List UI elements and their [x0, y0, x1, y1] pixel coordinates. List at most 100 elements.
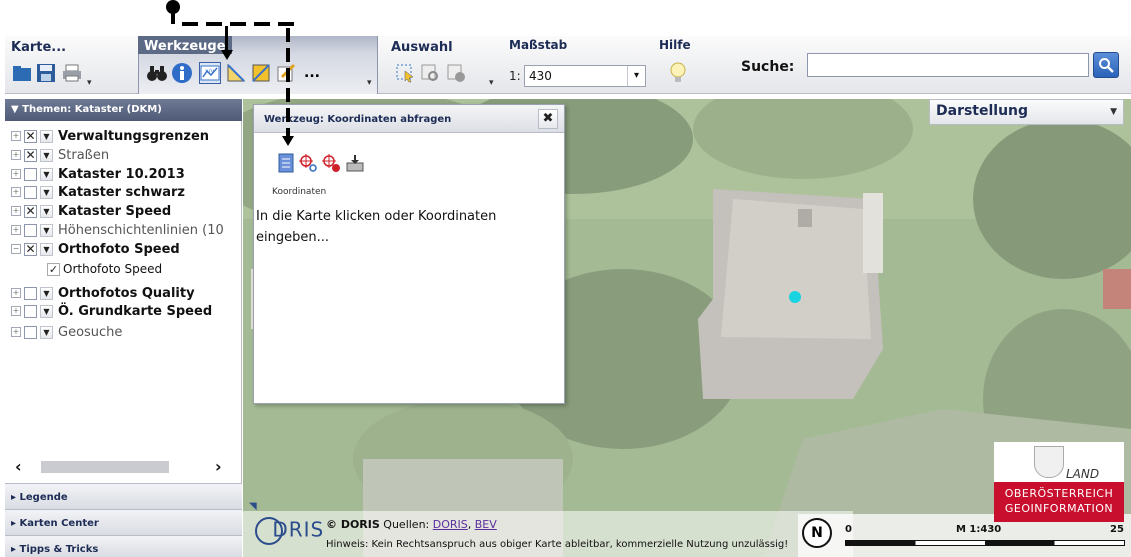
layer-menu-icon[interactable]: ▼: [40, 185, 53, 199]
layer-checkbox[interactable]: [24, 286, 37, 300]
layer-label: Orthofotos Quality: [58, 285, 195, 301]
expand-icon[interactable]: +: [11, 306, 21, 316]
doris-link[interactable]: DORIS: [433, 518, 468, 531]
expand-icon[interactable]: +: [11, 225, 21, 235]
annotation-vdash: [286, 108, 290, 122]
layer-checkbox[interactable]: [24, 167, 37, 181]
scale-dropdown-icon[interactable]: ▾: [627, 66, 645, 86]
layer-row-strassen[interactable]: + ✕ ▼ Straßen: [11, 146, 109, 164]
annotation-vdash: [286, 48, 290, 62]
karte-menu[interactable]: Karte...: [11, 40, 66, 55]
layer-row-kataster-speed[interactable]: + ✕ ▼ Kataster Speed: [11, 202, 171, 220]
layer-label: Kataster Speed: [58, 203, 172, 219]
clear-selection-icon[interactable]: [445, 62, 467, 84]
expand-icon[interactable]: +: [11, 288, 21, 298]
more-tools-icon[interactable]: ...: [301, 62, 323, 84]
layer-row-geosuche[interactable]: + ▼ Geosuche: [11, 323, 122, 341]
horizontal-scrollbar[interactable]: ‹ ›: [15, 457, 230, 476]
annotation-dash: [182, 22, 198, 26]
expand-icon[interactable]: +: [11, 150, 21, 160]
scale-select[interactable]: 430 ▾: [524, 65, 646, 87]
themes-header[interactable]: ▼ Themen: Kataster (DKM): [5, 99, 242, 121]
karte-dropdown-icon[interactable]: ▾: [87, 78, 95, 90]
darstellung-label: Darstellung: [936, 103, 1029, 119]
coordinates-tool-icon[interactable]: x/y: [199, 62, 221, 84]
scroll-left-icon[interactable]: ‹: [15, 457, 22, 476]
scale-start-label: 0: [845, 524, 852, 535]
close-button[interactable]: ✖: [538, 109, 558, 129]
auswahl-dropdown-icon[interactable]: ▾: [489, 78, 497, 90]
print-icon[interactable]: [61, 62, 83, 84]
auswahl-menu[interactable]: Auswahl: [391, 40, 453, 55]
lightbulb-icon[interactable]: [667, 62, 689, 84]
karten-center-section[interactable]: ▸ Karten Center: [5, 509, 242, 535]
werkzeug-dropdown-icon[interactable]: ▾: [367, 78, 375, 90]
layer-row-kataster-schwarz[interactable]: + ▼ Kataster schwarz: [11, 183, 185, 201]
expand-icon[interactable]: +: [11, 327, 21, 337]
select-rectangle-icon[interactable]: [394, 62, 416, 84]
layer-checkbox[interactable]: [24, 304, 37, 318]
layer-row-hoehenschichtenlinien[interactable]: + ▼ Höhenschichtenlinien (10: [11, 221, 224, 239]
layer-checkbox[interactable]: ✕: [24, 148, 37, 162]
layer-row-kataster-2013[interactable]: + ▼ Kataster 10.2013: [11, 165, 185, 183]
layer-row-grundkarte-speed[interactable]: + ▼ Ö. Grundkarte Speed: [11, 302, 212, 320]
annotation-dash: [206, 22, 222, 26]
info-icon[interactable]: [171, 62, 193, 84]
scroll-right-icon[interactable]: ›: [215, 457, 222, 476]
land-text: LAND: [1066, 467, 1100, 481]
layer-checkbox[interactable]: ✕: [24, 242, 37, 256]
layer-menu-icon[interactable]: ▼: [40, 223, 53, 237]
legende-section[interactable]: ▸ Legende: [5, 483, 242, 509]
sources-label: Quellen:: [383, 518, 430, 531]
open-folder-icon[interactable]: [11, 62, 33, 84]
search-label: Suche:: [741, 59, 795, 75]
coordinate-list-icon[interactable]: [276, 153, 296, 173]
layer-menu-icon[interactable]: ▼: [40, 304, 53, 318]
layer-label: Höhenschichtenlinien (10: [58, 222, 224, 238]
scrollbar-thumb[interactable]: [41, 461, 169, 473]
crosshair-delete-icon[interactable]: [321, 153, 341, 173]
layer-menu-icon[interactable]: ▼: [40, 242, 53, 256]
scale-line: [845, 540, 1125, 546]
bev-link[interactable]: BEV: [475, 518, 497, 531]
layer-checkbox[interactable]: [24, 325, 37, 339]
layer-row-orthofotos-quality[interactable]: + ▼ Orthofotos Quality: [11, 284, 195, 302]
layer-menu-icon[interactable]: ▼: [40, 167, 53, 181]
dialog-instructions: In die Karte klicken oder Koordinaten ei…: [256, 209, 497, 245]
layer-menu-icon[interactable]: ▼: [40, 204, 53, 218]
layer-menu-icon[interactable]: ▼: [40, 129, 53, 143]
binoculars-icon[interactable]: [146, 62, 168, 84]
search-button[interactable]: [1093, 52, 1119, 78]
expand-icon[interactable]: +: [11, 206, 21, 216]
crosshair-zoom-icon[interactable]: [298, 153, 318, 173]
measure-area-icon[interactable]: [250, 62, 272, 84]
expand-icon[interactable]: +: [11, 187, 21, 197]
sublayer-row-orthofoto-speed[interactable]: ✓ Orthofoto Speed: [47, 260, 162, 278]
save-icon[interactable]: [35, 62, 57, 84]
collapse-icon[interactable]: −: [11, 244, 21, 254]
layer-row-verwaltungsgrenzen[interactable]: + ✕ ▼ Verwaltungsgrenzen: [11, 127, 209, 145]
layer-menu-icon[interactable]: ▼: [40, 148, 53, 162]
darstellung-select[interactable]: Darstellung ▼: [929, 99, 1124, 125]
search-input[interactable]: [807, 53, 1089, 77]
layer-checkbox[interactable]: ✕: [24, 204, 37, 218]
layer-checkbox[interactable]: [24, 185, 37, 199]
layer-menu-icon[interactable]: ▼: [40, 325, 53, 339]
layer-menu-icon[interactable]: ▼: [40, 286, 53, 300]
coordinates-caption: Koordinaten: [272, 187, 327, 197]
sublayer-checkbox[interactable]: ✓: [47, 262, 60, 276]
expand-icon[interactable]: +: [11, 131, 21, 141]
collapse-arrow-icon[interactable]: ◥: [249, 501, 261, 512]
layer-checkbox[interactable]: ✕: [24, 129, 37, 143]
measure-distance-icon[interactable]: [225, 62, 247, 84]
export-icon[interactable]: [345, 153, 365, 173]
werkzeuge-menu[interactable]: Werkzeuge: [138, 36, 232, 54]
hilfe-menu[interactable]: Hilfe: [659, 38, 691, 52]
select-query-icon[interactable]: [419, 62, 441, 84]
tipps-tricks-section[interactable]: ▸ Tipps & Tricks: [5, 535, 242, 557]
layer-label: Verwaltungsgrenzen: [58, 128, 210, 144]
expand-icon[interactable]: +: [11, 169, 21, 179]
layer-checkbox[interactable]: [24, 223, 37, 237]
doris-logo[interactable]: DRIS: [255, 517, 324, 545]
layer-row-orthofoto-speed[interactable]: − ✕ ▼ Orthofoto Speed: [11, 240, 180, 258]
